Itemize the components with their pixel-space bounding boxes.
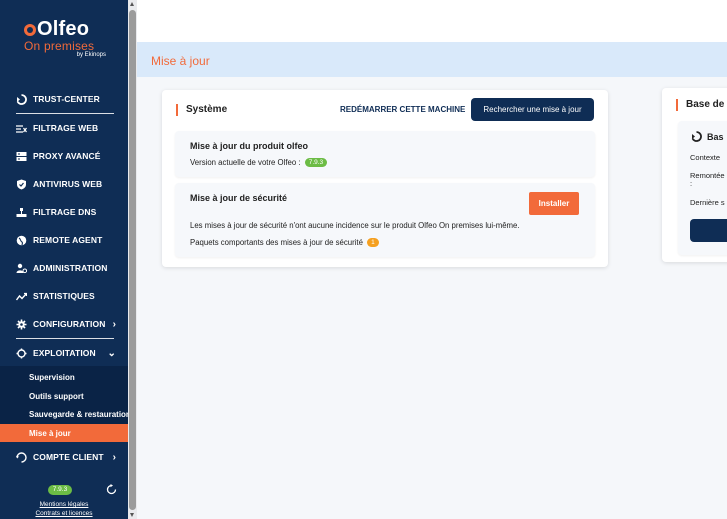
security-packages-badge: 1: [367, 238, 379, 247]
product-version-line: Version actuelle de votre Olfeo : 7.9.3: [190, 158, 328, 167]
legal-link[interactable]: Mentions légales: [0, 501, 128, 508]
sidebar-item-label: REMOTE AGENT: [33, 235, 103, 245]
sidebar-item-administration[interactable]: ADMINISTRATION: [0, 254, 128, 282]
base-sub-title: Bas: [707, 131, 724, 142]
last-label: Dernière s: [690, 198, 725, 207]
chart-icon: [16, 291, 27, 302]
brand-name-text: Olfeo: [37, 18, 90, 40]
top-bar: [137, 0, 727, 42]
sidebar-subitem-label: Outils support: [29, 391, 84, 401]
admin-users-icon: [16, 263, 27, 274]
scroll-down-icon[interactable]: [130, 513, 134, 517]
base-card-title: Base de: [676, 99, 724, 111]
sidebar-item-filtrage-web[interactable]: FILTRAGE WEB: [0, 114, 128, 142]
version-badge: 7.9.3: [48, 485, 72, 495]
base-card: Base de Bas Contexte Remontée : Dernière…: [662, 88, 727, 262]
brand-product: On premises: [24, 39, 95, 53]
base-action-button[interactable]: [690, 219, 727, 242]
sidebar-item-compte-client[interactable]: COMPTE CLIENT ›: [0, 443, 128, 471]
base-panel: Bas Contexte Remontée : Dernière s: [678, 121, 727, 255]
product-update-title: Mise à jour du produit olfeo: [190, 141, 308, 151]
sidebar-subitem-label: Supervision: [29, 372, 75, 382]
reported-label: Remontée: [690, 171, 725, 180]
product-version-badge: 7.9.3: [304, 158, 328, 167]
security-update-title: Mise à jour de sécurité: [190, 193, 288, 203]
sidebar-item-antivirus-web[interactable]: ANTIVIRUS WEB: [0, 170, 128, 198]
refresh-icon[interactable]: [106, 484, 117, 498]
system-card: Système REDÉMARRER CETTE MACHINE Recherc…: [162, 90, 608, 267]
sidebar: Olfeo On premises by Ekinops TRUST-CENTE…: [0, 0, 137, 519]
scrollbar-thumb[interactable]: [129, 10, 136, 510]
sidebar-item-label: COMPTE CLIENT: [33, 452, 104, 462]
sidebar-subitem-label: Mise à jour: [29, 428, 71, 438]
sidebar-subitem-supervision[interactable]: Supervision: [0, 368, 128, 386]
product-version-text: Version actuelle de votre Olfeo :: [190, 158, 301, 167]
sidebar-item-configuration[interactable]: CONFIGURATION ›: [0, 310, 128, 338]
sidebar-subitem-label: Sauvegarde & restauration: [29, 409, 128, 419]
sidebar-item-label: PROXY AVANCÉ: [33, 151, 101, 161]
search-update-button[interactable]: Rechercher une mise à jour: [471, 98, 594, 121]
operations-icon: [16, 348, 27, 359]
brand-logo[interactable]: Olfeo On premises by Ekinops: [24, 18, 114, 58]
sidebar-scrollbar[interactable]: [128, 0, 137, 519]
update-icon: [691, 131, 702, 142]
sidebar-item-label: ANTIVIRUS WEB: [33, 179, 103, 189]
base-sub-header: Bas: [691, 131, 724, 142]
reported-suffix: :: [690, 179, 693, 188]
brand-name: Olfeo: [24, 18, 114, 41]
sidebar-subitem-mise-a-jour[interactable]: Mise à jour: [0, 424, 128, 442]
sidebar-item-label: FILTRAGE DNS: [33, 207, 97, 217]
sidebar-item-filtrage-dns[interactable]: FILTRAGE DNS: [0, 198, 128, 226]
install-button[interactable]: Installer: [529, 192, 579, 215]
product-update-panel: Mise à jour du produit olfeo Version act…: [175, 131, 595, 177]
web-filter-icon: [16, 123, 27, 134]
scroll-up-icon[interactable]: [130, 2, 134, 6]
security-note: Les mises à jour de sécurité n'ont aucun…: [190, 221, 520, 230]
brand-mark-icon: [24, 23, 36, 36]
sidebar-item-label: CONFIGURATION: [33, 319, 106, 329]
contracts-link[interactable]: Contrats et licences: [0, 510, 128, 517]
sidebar-item-proxy-avance[interactable]: PROXY AVANCÉ: [0, 142, 128, 170]
sidebar-item-label: ADMINISTRATION: [33, 263, 108, 273]
sidebar-item-label: FILTRAGE WEB: [33, 123, 99, 133]
security-packages-text: Paquets comportants des mises à jour de …: [190, 238, 363, 247]
sidebar-subitem-outils-support[interactable]: Outils support: [0, 387, 128, 405]
sidebar-item-trust-center[interactable]: TRUST-CENTER: [0, 85, 128, 113]
sidebar-item-label: TRUST-CENTER: [33, 94, 100, 104]
account-icon: [16, 451, 27, 463]
security-update-panel: Mise à jour de sécurité Installer Les mi…: [175, 183, 595, 257]
sidebar-item-statistiques[interactable]: STATISTIQUES: [0, 282, 128, 310]
security-packages-line: Paquets comportants des mises à jour de …: [190, 238, 379, 247]
sidebar-item-label: STATISTIQUES: [33, 291, 95, 301]
context-label: Contexte: [690, 153, 721, 162]
sidebar-item-label: EXPLOITATION: [33, 348, 96, 358]
proxy-icon: [16, 151, 27, 162]
chevron-right-icon: ›: [112, 451, 116, 463]
sidebar-item-exploitation[interactable]: EXPLOITATION ⌄: [0, 339, 128, 367]
trust-center-icon: [16, 93, 27, 105]
system-card-title: Système: [176, 104, 227, 116]
chevron-right-icon: ›: [112, 318, 116, 330]
shield-icon: [16, 179, 27, 190]
page-header: Mise à jour: [137, 42, 727, 77]
chevron-down-icon: ⌄: [107, 347, 116, 359]
globe-icon: [16, 235, 27, 246]
sidebar-subitem-sauvegarde[interactable]: Sauvegarde & restauration: [0, 405, 128, 423]
page-title: Mise à jour: [151, 54, 210, 68]
sidebar-content: Olfeo On premises by Ekinops TRUST-CENTE…: [0, 0, 128, 519]
dns-icon: [16, 207, 27, 218]
gear-icon: [16, 319, 27, 330]
restart-machine-button[interactable]: REDÉMARRER CETTE MACHINE: [340, 105, 465, 114]
sidebar-item-remote-agent[interactable]: REMOTE AGENT: [0, 226, 128, 254]
